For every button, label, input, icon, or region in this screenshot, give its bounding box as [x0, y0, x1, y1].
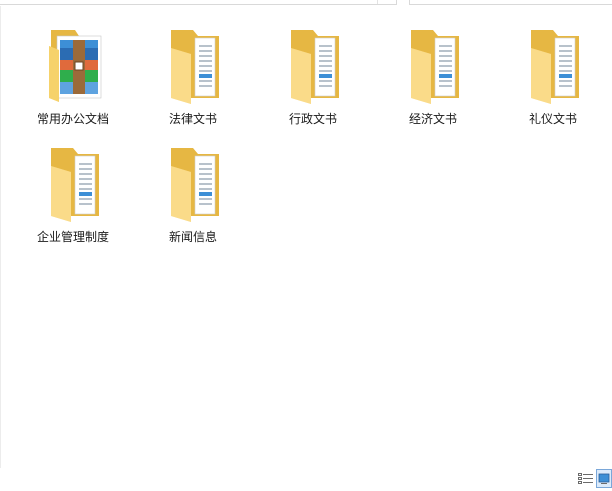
details-view-button[interactable] — [577, 471, 595, 487]
folder-label: 法律文书 — [168, 112, 217, 126]
folder-icon — [171, 30, 219, 104]
status-bar — [0, 468, 612, 490]
address-dropdown-button[interactable] — [377, 0, 396, 4]
folder-item[interactable]: 礼仪文书 — [507, 24, 599, 136]
folder-icon — [531, 30, 579, 104]
archive-folder-icon — [49, 30, 102, 102]
address-bar[interactable] — [0, 0, 397, 5]
large-icons-view-icon — [598, 473, 610, 484]
folder-item[interactable]: 经济文书 — [387, 24, 479, 136]
folder-label: 行政文书 — [288, 112, 337, 126]
folder-label: 常用办公文档 — [36, 112, 109, 126]
folder-label: 新闻信息 — [168, 230, 217, 244]
folder-item[interactable]: 企业管理制度 — [27, 142, 119, 254]
large-icons-view-button[interactable] — [596, 469, 612, 488]
file-list: 常用办公文档 法律文书 行政文书 经济文书 礼仪文书 企业管理制度 新闻信息 — [0, 6, 612, 468]
folder-label: 经济文书 — [408, 112, 457, 126]
details-view-icon — [578, 473, 593, 484]
folder-item[interactable]: 法律文书 — [147, 24, 239, 136]
folder-item[interactable]: 新闻信息 — [147, 142, 239, 254]
folder-item[interactable]: 常用办公文档 — [27, 24, 119, 136]
folder-label: 企业管理制度 — [36, 230, 109, 244]
folder-icon — [51, 148, 99, 222]
folder-icon — [171, 148, 219, 222]
folder-icon — [411, 30, 459, 104]
folder-label: 礼仪文书 — [528, 112, 577, 126]
search-box[interactable] — [409, 0, 612, 5]
folder-icon — [291, 30, 339, 104]
folder-item[interactable]: 行政文书 — [267, 24, 359, 136]
